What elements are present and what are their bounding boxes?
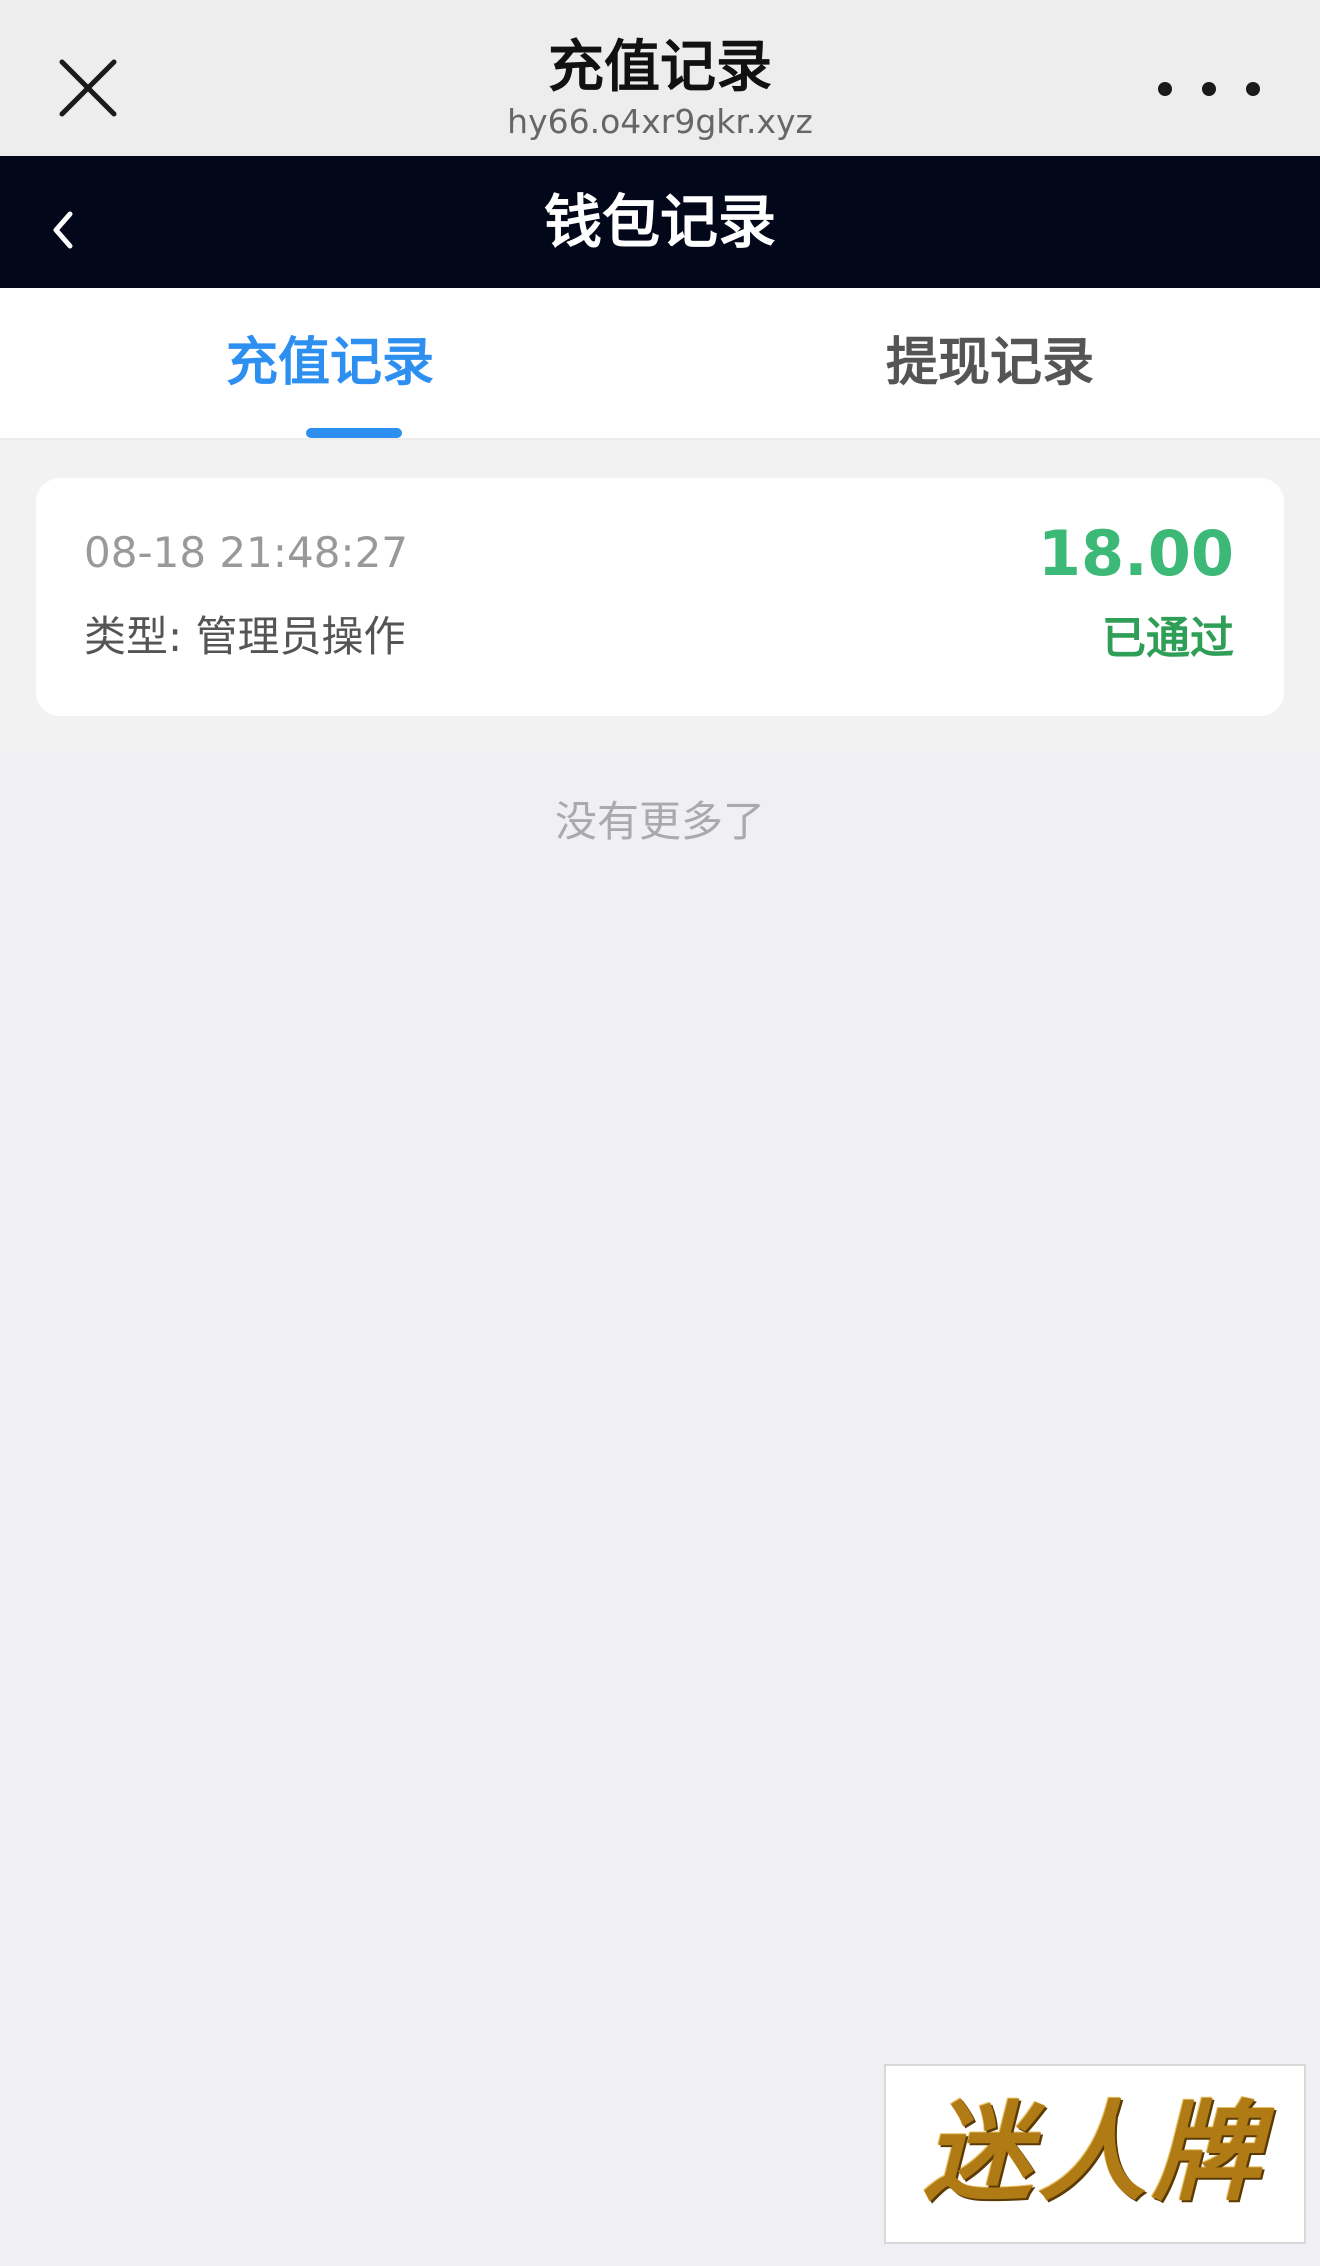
record-tabs: 充值记录 提现记录 [0, 288, 1320, 440]
no-more-text: 没有更多了 [554, 797, 765, 846]
record-amount: 18.00 [1037, 517, 1234, 590]
active-tab-indicator [306, 428, 402, 438]
floating-ad[interactable]: 迷人牌 [884, 2064, 1306, 2244]
record-time: 08-18 21:48:27 [84, 528, 409, 577]
record-status: 已通过 [1102, 613, 1234, 664]
more-icon[interactable] [1154, 78, 1264, 100]
browser-url: hy66.o4xr9gkr.xyz [507, 102, 813, 141]
tab-withdraw-records[interactable]: 提现记录 [660, 288, 1320, 438]
record-type: 类型: 管理员操作 [84, 612, 406, 661]
page-title: 钱包记录 [543, 188, 776, 256]
tab-recharge-records[interactable]: 充值记录 [0, 288, 660, 438]
ad-logo-text: 迷人牌 [923, 2091, 1266, 2216]
browser-page-title: 充值记录 [548, 35, 772, 100]
